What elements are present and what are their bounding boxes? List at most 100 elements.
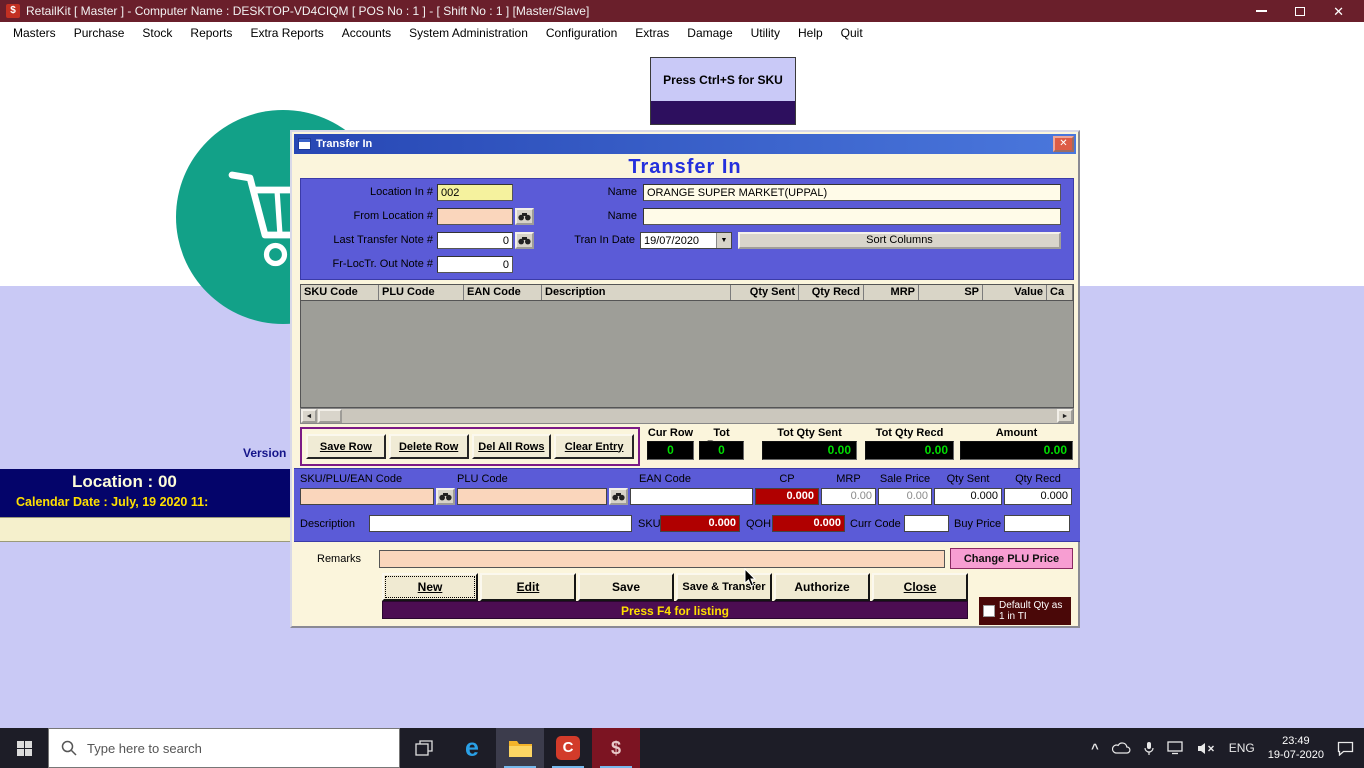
notification-center-icon[interactable] — [1337, 741, 1354, 756]
sku-qty-value: 0.000 — [660, 515, 740, 532]
menu-quit[interactable]: Quit — [832, 24, 872, 42]
start-button[interactable] — [0, 728, 48, 768]
col-plu-code: PLU Code — [379, 285, 464, 300]
save-row-button[interactable]: Save Row — [306, 434, 386, 459]
col-qty-sent: Qty Sent — [731, 285, 799, 300]
default-qty-checkbox[interactable] — [983, 605, 995, 617]
microphone-icon[interactable] — [1144, 741, 1154, 756]
language-indicator[interactable]: ENG — [1229, 741, 1255, 755]
task-view-button[interactable] — [400, 728, 448, 768]
clock-time: 23:49 — [1282, 734, 1310, 747]
del-all-rows-button[interactable]: Del All Rows — [471, 434, 552, 459]
tot-qty-sent-value: 0.00 — [762, 441, 857, 460]
sku-shortcut-label: Press Ctrl+S for SKU — [651, 58, 795, 101]
from-location-lookup-button[interactable] — [515, 208, 534, 225]
taskbar-search[interactable]: Type here to search — [48, 728, 400, 768]
dialog-titlebar[interactable]: Transfer In ✕ — [294, 134, 1076, 154]
col-ean-code: EAN Code — [464, 285, 542, 300]
name1-input[interactable] — [643, 184, 1061, 201]
menu-extras[interactable]: Extras — [626, 24, 678, 42]
delete-row-button[interactable]: Delete Row — [388, 434, 469, 459]
name2-input[interactable] — [643, 208, 1061, 225]
plu-code-label: PLU Code — [457, 473, 508, 485]
ean-code-input[interactable] — [630, 488, 753, 505]
location-in-input[interactable] — [437, 184, 513, 201]
tran-in-date-label: Tran In Date — [574, 234, 635, 246]
buy-price-input[interactable] — [1004, 515, 1070, 532]
menu-system-administration[interactable]: System Administration — [400, 24, 537, 42]
onedrive-cloud-icon[interactable] — [1111, 741, 1131, 755]
close-button[interactable]: Close — [872, 573, 968, 601]
last-transfer-note-lookup-button[interactable] — [515, 232, 534, 249]
f4-hint-bar: Press F4 for listing — [382, 601, 968, 619]
sku-shortcut-panel[interactable]: Press Ctrl+S for SKU — [650, 57, 796, 125]
mrp-value[interactable]: 0.00 — [821, 488, 876, 505]
sku-qty-label: SKU — [638, 518, 661, 530]
taskbar-clock[interactable]: 23:49 19-07-2020 — [1268, 734, 1324, 763]
qty-sent-input[interactable]: 0.000 — [934, 488, 1002, 505]
qty-recd-input[interactable]: 0.000 — [1004, 488, 1072, 505]
binoculars-icon — [439, 493, 452, 501]
location-text: Location : 00 — [72, 472, 177, 491]
cp-label: CP — [779, 473, 795, 485]
clear-entry-button[interactable]: Clear Entry — [554, 434, 634, 459]
menu-configuration[interactable]: Configuration — [537, 24, 626, 42]
menu-accounts[interactable]: Accounts — [333, 24, 400, 42]
menu-damage[interactable]: Damage — [678, 24, 741, 42]
fr-loctr-out-note-input[interactable] — [437, 256, 513, 273]
name1-label: Name — [607, 186, 637, 198]
scroll-right-icon[interactable]: ► — [1057, 409, 1073, 423]
menu-purchase[interactable]: Purchase — [65, 24, 134, 42]
remarks-input[interactable] — [379, 550, 945, 568]
new-button[interactable]: New — [382, 573, 478, 601]
plu-lookup-button[interactable] — [609, 488, 628, 505]
camtasia-icon: C — [556, 736, 580, 760]
last-transfer-note-input[interactable] — [437, 232, 513, 249]
sort-columns-button[interactable]: Sort Columns — [738, 232, 1061, 249]
volume-muted-icon[interactable] — [1197, 742, 1216, 755]
retailkit-taskbar-button[interactable]: $ — [592, 728, 640, 768]
ean-code-label: EAN Code — [639, 473, 691, 485]
menu-extra-reports[interactable]: Extra Reports — [241, 24, 332, 42]
menu-utility[interactable]: Utility — [742, 24, 789, 42]
scrollbar-thumb[interactable] — [318, 409, 342, 423]
curr-code-input[interactable] — [904, 515, 949, 532]
menu-reports[interactable]: Reports — [181, 24, 241, 42]
authorize-button[interactable]: Authorize — [774, 573, 870, 601]
sku-plu-ean-input[interactable] — [300, 488, 434, 505]
description-input[interactable] — [369, 515, 632, 532]
from-location-label: From Location # — [353, 210, 433, 222]
qoh-label: QOH — [746, 518, 772, 530]
menu-help[interactable]: Help — [789, 24, 832, 42]
save-button[interactable]: Save — [578, 573, 674, 601]
sale-price-label: Sale Price — [879, 473, 931, 485]
items-table-body[interactable] — [300, 301, 1074, 408]
horizontal-scrollbar[interactable]: ◄ ► — [300, 408, 1074, 424]
screen: $ RetailKit [ Master ] - Computer Name :… — [0, 0, 1364, 768]
change-plu-price-button[interactable]: Change PLU Price — [950, 548, 1073, 569]
scroll-left-icon[interactable]: ◄ — [301, 409, 317, 423]
menu-stock[interactable]: Stock — [133, 24, 181, 42]
tray-expand-icon[interactable]: ^ — [1091, 741, 1099, 756]
network-display-icon[interactable] — [1167, 741, 1184, 755]
description-label: Description — [300, 518, 356, 530]
plu-code-input[interactable] — [457, 488, 607, 505]
sku-lookup-button[interactable] — [436, 488, 455, 505]
maximize-icon[interactable] — [1295, 6, 1306, 16]
chevron-down-icon[interactable]: ▼ — [716, 233, 731, 248]
tran-in-date-picker[interactable]: 19/07/2020 ▼ — [640, 232, 732, 249]
dialog-icon — [298, 138, 311, 150]
camtasia-button[interactable]: C — [544, 728, 592, 768]
from-location-input[interactable] — [437, 208, 513, 225]
qoh-value: 0.000 — [772, 515, 845, 532]
edge-button[interactable]: e — [448, 728, 496, 768]
menu-masters[interactable]: Masters — [4, 24, 65, 42]
menu-bar: Masters Purchase Stock Reports Extra Rep… — [0, 22, 1364, 44]
col-qty-recd: Qty Recd — [799, 285, 864, 300]
close-icon[interactable]: ✕ — [1333, 5, 1344, 18]
dialog-close-icon[interactable]: ✕ — [1053, 136, 1074, 152]
sale-price-value[interactable]: 0.00 — [878, 488, 932, 505]
file-explorer-button[interactable] — [496, 728, 544, 768]
minimize-icon[interactable] — [1256, 10, 1268, 12]
edit-button[interactable]: Edit — [480, 573, 576, 601]
